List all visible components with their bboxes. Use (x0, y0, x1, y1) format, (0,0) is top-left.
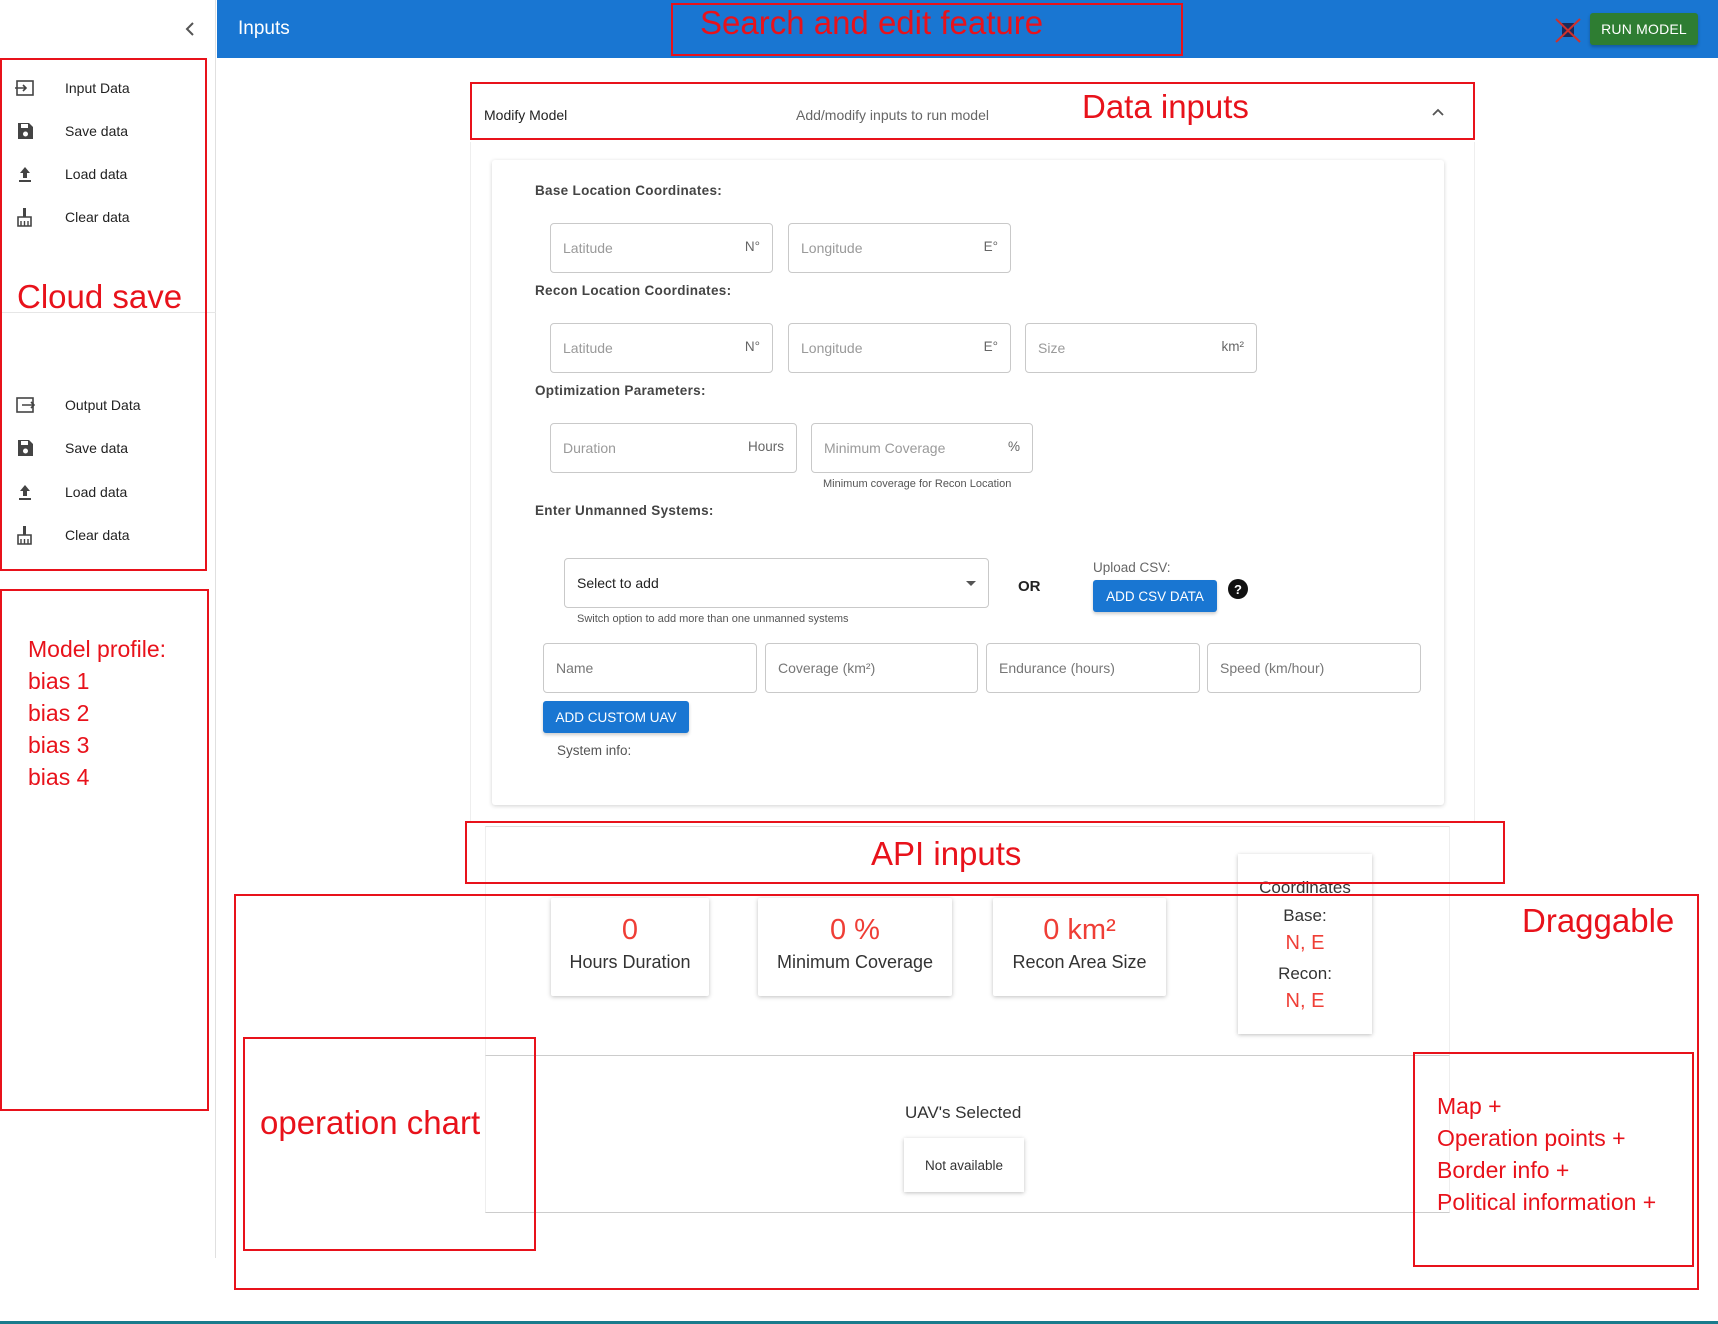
placeholder: Minimum Coverage (824, 440, 946, 456)
annotation-box-operation-chart (243, 1037, 536, 1251)
optimization-label: Optimization Parameters: (535, 383, 706, 398)
recon-size-input[interactable]: Size km² (1025, 323, 1257, 373)
unit: km² (1221, 339, 1245, 354)
unit: E° (983, 239, 998, 254)
placeholder: Latitude (563, 240, 613, 256)
annotation-line: Border info + (1437, 1157, 1570, 1183)
placeholder: Latitude (563, 340, 613, 356)
unit: % (1007, 439, 1020, 454)
placeholder: Name (556, 660, 594, 676)
recon-latitude-input[interactable]: Latitude N° (550, 323, 773, 373)
annotation-data-inputs: Data inputs (1082, 88, 1249, 125)
placeholder: Coverage (km²) (778, 660, 876, 676)
annotation-api-inputs: API inputs (871, 835, 1022, 872)
annotation-line: bias 4 (28, 764, 90, 790)
placeholder: Duration (563, 440, 616, 456)
add-csv-button[interactable]: ADD CSV DATA (1093, 580, 1217, 612)
placeholder: Size (1038, 340, 1066, 356)
base-latitude-input[interactable]: Latitude N° (550, 223, 773, 273)
annotation-operation-chart: operation chart (260, 1104, 481, 1141)
duration-input[interactable]: Duration Hours (550, 423, 797, 473)
annotation-map: Map + Operation points + Border info + P… (1437, 1090, 1656, 1218)
caret-down-icon (966, 581, 976, 586)
placeholder: Longitude (801, 340, 863, 356)
run-model-button[interactable]: RUN MODEL (1590, 13, 1698, 45)
select-helper: Switch option to add more than one unman… (577, 613, 849, 625)
add-custom-uav-button[interactable]: ADD CUSTOM UAV (543, 701, 689, 733)
visibility-off-icon[interactable] (1553, 15, 1583, 45)
uav-name-input[interactable]: Name (543, 643, 757, 693)
recon-location-label: Recon Location Coordinates: (535, 283, 732, 298)
page-title: Inputs (238, 18, 290, 39)
annotation-line: bias 2 (28, 700, 90, 726)
annotation-cloud-save: Cloud save (17, 278, 183, 315)
system-info-label: System info: (557, 743, 632, 758)
placeholder: Longitude (801, 240, 863, 256)
upload-csv-label: Upload CSV: (1093, 560, 1171, 575)
uav-speed-input[interactable]: Speed (km/hour) (1207, 643, 1421, 693)
collapse-sidebar-icon[interactable] (180, 18, 200, 40)
uav-endurance-input[interactable]: Endurance (hours) (986, 643, 1200, 693)
help-icon[interactable]: ? (1228, 579, 1248, 599)
unmanned-systems-label: Enter Unmanned Systems: (535, 503, 714, 518)
annotation-draggable: Draggable (1522, 902, 1675, 939)
recon-longitude-input[interactable]: Longitude E° (788, 323, 1011, 373)
placeholder: Speed (km/hour) (1220, 660, 1325, 676)
minimum-coverage-input[interactable]: Minimum Coverage % (811, 423, 1033, 473)
annotation-line: Model profile: (28, 636, 167, 662)
or-separator: OR (1018, 578, 1041, 595)
unit: E° (983, 339, 998, 354)
annotation-box-data-inputs (470, 82, 1475, 140)
annotation-line: Map + (1437, 1093, 1502, 1119)
min-coverage-helper: Minimum coverage for Recon Location (823, 478, 1012, 490)
unit: Hours (747, 439, 784, 454)
unit: N° (744, 239, 760, 254)
annotation-line: Political information + (1437, 1189, 1657, 1215)
annotation-line: bias 3 (28, 732, 90, 758)
select-value: Select to add (577, 575, 659, 591)
uav-coverage-input[interactable]: Coverage (km²) (765, 643, 978, 693)
unit: N° (744, 339, 760, 354)
annotation-model-profile: Model profile: bias 1 bias 2 bias 3 bias… (28, 633, 166, 793)
annotation-line: Operation points + (1437, 1125, 1626, 1151)
annotation-line: bias 1 (28, 668, 90, 694)
placeholder: Endurance (hours) (999, 660, 1115, 676)
annotation-search: Search and edit feature (700, 4, 1044, 41)
base-longitude-input[interactable]: Longitude E° (788, 223, 1011, 273)
base-location-label: Base Location Coordinates: (535, 183, 723, 198)
